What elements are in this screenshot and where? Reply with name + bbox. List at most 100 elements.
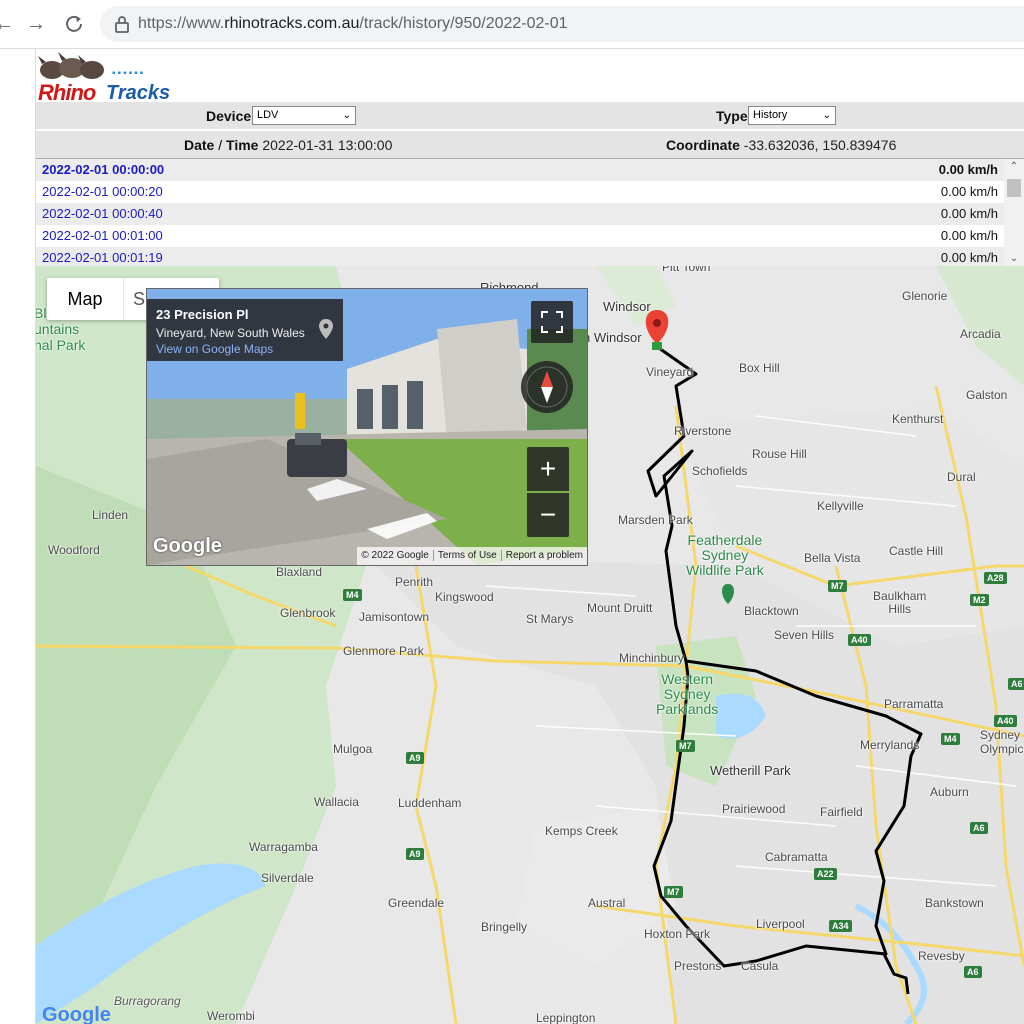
road-shield: A34 xyxy=(829,920,852,932)
place-label: Prestons xyxy=(674,959,722,973)
street-view-address: 23 Precision Pl xyxy=(156,307,249,322)
place-label: Werombi xyxy=(207,1009,255,1023)
google-logo[interactable]: Google xyxy=(42,1004,111,1024)
place-label: Blaxland xyxy=(276,565,323,579)
device-label: Device xyxy=(206,108,252,124)
place-label: Auburn xyxy=(930,785,969,799)
datetime-display: Date / Time 2022-01-31 13:00:00 xyxy=(184,137,393,153)
place-label: Kemps Creek xyxy=(545,824,618,838)
scroll-up-icon[interactable]: ⌃ xyxy=(1004,159,1024,175)
road-shield: A6 xyxy=(964,966,982,978)
place-label: Blacktown xyxy=(744,604,799,618)
place-label: Riverstone xyxy=(674,424,732,438)
place-label: Glenorie xyxy=(902,289,948,303)
place-label: Jamisontown xyxy=(359,610,430,624)
road-shield: A6 xyxy=(970,822,988,834)
place-label: Austral xyxy=(588,896,626,910)
back-icon[interactable]: ← xyxy=(0,12,16,36)
view-on-google-maps-link[interactable]: View on Google Maps xyxy=(156,342,273,356)
map-type-satellite-button[interactable]: S xyxy=(133,278,145,320)
place-label: Kenthurst xyxy=(892,412,944,426)
place-label: Schofields xyxy=(692,464,748,478)
place-label: Galston xyxy=(966,388,1008,402)
chevron-down-icon: ⌄ xyxy=(342,110,351,121)
browser-toolbar: ← → https://www.rhinotracks.com.au/track… xyxy=(0,0,1024,49)
place-label: Pitt Town xyxy=(662,266,711,274)
road-shield: A9 xyxy=(406,752,424,764)
compass-button[interactable] xyxy=(521,361,573,413)
scroll-thumb[interactable] xyxy=(1007,179,1021,197)
history-row[interactable]: 2022-02-01 00:00:20 0.00 km/h xyxy=(36,181,1004,203)
street-view-footer: © 2022 Google Terms of Use Report a proble… xyxy=(357,547,587,565)
place-label: St Marys xyxy=(526,612,574,626)
road-shield: A22 xyxy=(814,868,837,880)
road-shield: M7 xyxy=(676,740,695,752)
place-label: Seven Hills xyxy=(774,628,835,642)
rhinotracks-logo[interactable]: ▪▪▪▪▪▪ Rhino Tracks xyxy=(38,50,188,105)
road-shield: A40 xyxy=(994,715,1017,727)
rhino-herd-icon xyxy=(38,52,104,79)
google-map[interactable]: Pitt Town Richmond Windsor h Windsor Vin… xyxy=(36,266,1024,1024)
device-type-row: Device LDV ⌄ Type History ⌄ xyxy=(36,102,1024,129)
place-label: Hoxton Park xyxy=(644,927,711,941)
place-label: Woodford xyxy=(48,543,100,557)
lock-icon xyxy=(115,16,129,33)
park-label: Bl xyxy=(36,305,47,321)
place-label: Wetherill Park xyxy=(710,763,791,778)
park-label: untains xyxy=(36,321,80,337)
park-label: Featherdale Sydney Wildlife Park xyxy=(686,532,764,578)
place-label: Revesby xyxy=(918,949,965,963)
report-problem-link[interactable]: Report a problem xyxy=(500,550,587,561)
terms-link[interactable]: Terms of Use xyxy=(432,550,501,561)
compass-icon xyxy=(526,366,568,408)
tracking-panel: Device LDV ⌄ Type History ⌄ Date / Time 20… xyxy=(36,102,1024,269)
fullscreen-icon xyxy=(541,311,563,333)
history-row[interactable]: 2022-02-01 00:00:00 0.00 km/h xyxy=(36,159,1004,181)
chevron-down-icon: ⌄ xyxy=(822,110,831,121)
place-label: Box Hill xyxy=(739,361,780,375)
type-label: Type xyxy=(716,108,748,124)
datetime-coordinate-row: Date / Time 2022-01-31 13:00:00 Coordina… xyxy=(36,130,1024,158)
place-label: h Windsor xyxy=(583,330,642,345)
zoom-out-button[interactable]: − xyxy=(527,493,569,537)
map-pin-icon xyxy=(319,319,333,339)
place-label: Minchinbury xyxy=(619,651,684,665)
history-scrollbar[interactable]: ⌃ ⌄ xyxy=(1004,159,1024,269)
place-label: Mulgoa xyxy=(333,742,373,756)
road-shield: A6 xyxy=(1008,678,1024,690)
history-row[interactable]: 2022-02-01 00:01:00 0.00 km/h xyxy=(36,225,1004,247)
road-shield: M4 xyxy=(941,733,960,745)
reload-icon[interactable] xyxy=(62,12,86,36)
scroll-down-icon[interactable]: ⌄ xyxy=(1004,251,1024,267)
place-label: Kellyville xyxy=(817,499,864,513)
location-pin-icon xyxy=(645,310,669,350)
road-shield: A40 xyxy=(848,634,871,646)
google-logo: Google xyxy=(153,535,222,557)
place-label: Prairiewood xyxy=(722,802,786,816)
history-list[interactable]: 2022-02-01 00:00:00 0.00 km/h 2022-02-01 … xyxy=(36,158,1024,269)
place-label: Glenbrook xyxy=(280,606,336,620)
map-type-map-button[interactable]: Map xyxy=(47,278,124,320)
place-label: Bankstown xyxy=(925,896,984,910)
road-shield: A28 xyxy=(984,572,1007,584)
fullscreen-button[interactable] xyxy=(531,301,573,343)
place-label: Arcadia xyxy=(960,327,1001,341)
place-label: Dural xyxy=(947,470,976,484)
road-shield: M4 xyxy=(343,589,362,601)
history-row[interactable]: 2022-02-01 00:00:40 0.00 km/h xyxy=(36,203,1004,225)
logo-dots: ▪▪▪▪▪▪ xyxy=(112,68,146,79)
url-text: https://www.rhinotracks.com.au/track/his… xyxy=(138,15,568,32)
park-label: nal Park xyxy=(36,337,86,353)
place-label: Kingswood xyxy=(435,590,494,604)
place-label: Castle Hill xyxy=(889,544,944,558)
address-bar[interactable]: https://www.rhinotracks.com.au/track/his… xyxy=(100,6,1024,42)
place-label: Cabramatta xyxy=(765,850,828,864)
place-label: Sydney Olympic xyxy=(980,728,1024,756)
road-shield: A9 xyxy=(406,848,424,860)
type-select[interactable]: History ⌄ xyxy=(748,106,836,125)
place-label: Bringelly xyxy=(481,920,528,934)
zoom-in-button[interactable]: + xyxy=(527,447,569,491)
device-select[interactable]: LDV ⌄ xyxy=(252,106,356,125)
street-view-panel[interactable]: 23 Precision Pl Vineyard, New South Wale… xyxy=(146,288,588,566)
forward-icon[interactable]: → xyxy=(24,12,48,36)
